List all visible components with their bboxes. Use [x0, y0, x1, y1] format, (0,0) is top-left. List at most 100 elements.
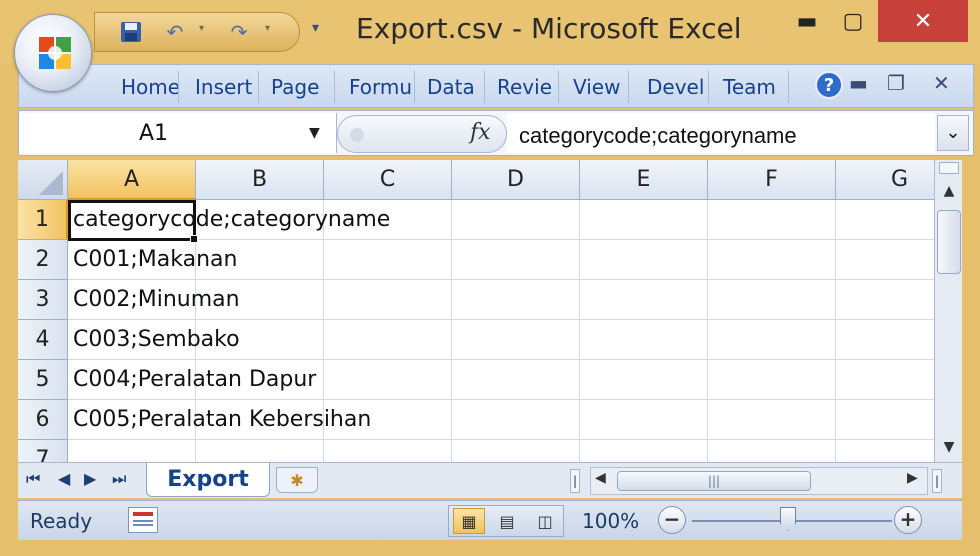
horizontal-split-handle[interactable]: | — [932, 469, 942, 493]
scroll-left-arrow-icon[interactable]: ◀ — [595, 470, 606, 486]
customize-qat-icon[interactable]: ▾ — [312, 20, 319, 36]
grid-cell[interactable] — [836, 200, 934, 240]
column-header-d[interactable]: D — [452, 160, 580, 200]
grid-cell[interactable] — [836, 360, 934, 400]
cell-a2[interactable]: C001;Makanan — [68, 240, 237, 280]
select-all-button[interactable] — [18, 160, 68, 200]
grid-cell[interactable] — [324, 320, 452, 360]
column-header-b[interactable]: B — [196, 160, 324, 200]
column-header-e[interactable]: E — [580, 160, 708, 200]
grid-cell[interactable] — [836, 320, 934, 360]
scroll-up-arrow-icon[interactable]: ▲ — [935, 178, 963, 204]
zoom-level[interactable]: 100% — [582, 509, 639, 533]
grid-cell[interactable] — [708, 280, 836, 320]
tab-team[interactable]: Team — [717, 71, 789, 103]
page-break-view-icon[interactable]: ◫ — [529, 508, 561, 534]
row-header-4[interactable]: 4 — [18, 320, 68, 360]
vertical-scroll-thumb[interactable] — [937, 210, 961, 274]
grid-cell[interactable] — [836, 280, 934, 320]
macro-record-icon[interactable] — [128, 507, 158, 533]
redo-dropdown-icon[interactable]: ▾ — [265, 23, 270, 34]
cell-a5[interactable]: C004;Peralatan Dapur — [68, 360, 316, 400]
grid-cell[interactable] — [452, 240, 580, 280]
grid-cell[interactable] — [708, 200, 836, 240]
expand-formula-bar-icon[interactable]: ⌄ — [937, 115, 969, 151]
column-header-g[interactable]: G — [836, 160, 934, 200]
grid-cell[interactable] — [836, 440, 934, 462]
maximize-button[interactable]: ▢ — [830, 0, 876, 42]
grid-cell[interactable] — [580, 280, 708, 320]
ribbon-restore-icon[interactable]: ❐ — [887, 71, 905, 95]
grid-cell[interactable] — [836, 240, 934, 280]
next-sheet-icon[interactable]: ▶ — [84, 469, 96, 488]
tab-split-handle[interactable]: | — [570, 469, 580, 493]
undo-icon[interactable]: ↶ — [161, 19, 189, 45]
close-button[interactable]: ✕ — [878, 0, 968, 42]
grid-cell[interactable] — [580, 400, 708, 440]
grid-cell[interactable] — [452, 200, 580, 240]
grid-cell[interactable] — [452, 440, 580, 462]
ribbon-close-icon[interactable]: ✕ — [933, 71, 950, 95]
zoom-in-button[interactable]: + — [894, 506, 922, 534]
sheet-tab-export[interactable]: Export — [146, 463, 270, 497]
tab-insert[interactable]: Insert — [189, 71, 259, 103]
minimize-button[interactable]: ▬ — [784, 0, 830, 42]
grid-cell[interactable] — [708, 360, 836, 400]
last-sheet-icon[interactable]: ⏭ — [112, 469, 126, 489]
cell-a7[interactable] — [68, 440, 73, 462]
vertical-scrollbar[interactable]: ▲ ▼ — [934, 160, 962, 462]
row-header-2[interactable]: 2 — [18, 240, 68, 280]
column-header-f[interactable]: F — [708, 160, 836, 200]
horizontal-scrollbar[interactable]: ◀ ||| ▶ — [590, 467, 928, 495]
grid-cell[interactable] — [580, 200, 708, 240]
office-button[interactable] — [14, 14, 92, 92]
zoom-slider-thumb[interactable] — [780, 507, 796, 531]
row-header-7[interactable]: 7 — [18, 440, 68, 462]
help-icon[interactable]: ? — [815, 71, 843, 99]
grid-cell[interactable] — [708, 240, 836, 280]
formula-input[interactable] — [507, 113, 935, 153]
scroll-right-arrow-icon[interactable]: ▶ — [907, 470, 918, 486]
name-box-dropdown-icon[interactable]: ▼ — [309, 125, 320, 141]
column-header-c[interactable]: C — [324, 160, 452, 200]
grid-cell[interactable] — [324, 280, 452, 320]
cell-a4[interactable]: C003;Sembako — [68, 320, 240, 360]
grid-cell[interactable] — [196, 440, 324, 462]
tab-developer[interactable]: Devel — [641, 71, 709, 103]
cell-a6[interactable]: C005;Peralatan Kebersihan — [68, 400, 371, 440]
row-header-5[interactable]: 5 — [18, 360, 68, 400]
grid-cell[interactable] — [452, 280, 580, 320]
grid-cell[interactable] — [324, 440, 452, 462]
insert-sheet-icon[interactable]: ✱ — [276, 467, 318, 493]
grid-cell[interactable] — [580, 320, 708, 360]
tab-data[interactable]: Data — [421, 71, 485, 103]
grid-cell[interactable] — [452, 400, 580, 440]
insert-function-icon[interactable]: fx — [470, 120, 491, 145]
undo-dropdown-icon[interactable]: ▾ — [199, 23, 204, 34]
row-header-1[interactable]: 1 — [18, 200, 68, 240]
grid-cell[interactable] — [68, 440, 196, 462]
first-sheet-icon[interactable]: ⏮ — [26, 469, 40, 489]
grid-cell[interactable] — [580, 440, 708, 462]
ribbon-minimize-icon[interactable]: ▬ — [849, 71, 868, 95]
grid-cell[interactable] — [324, 360, 452, 400]
cell-a3[interactable]: C002;Minuman — [68, 280, 240, 320]
horizontal-scroll-thumb[interactable]: ||| — [617, 471, 811, 491]
prev-sheet-icon[interactable]: ◀ — [58, 469, 70, 488]
grid-cell[interactable] — [452, 360, 580, 400]
grid-cell[interactable] — [452, 320, 580, 360]
tab-formulas[interactable]: Formu — [343, 71, 415, 103]
fill-handle[interactable] — [190, 235, 198, 243]
grid-cell[interactable] — [580, 240, 708, 280]
grid-cell[interactable] — [324, 240, 452, 280]
row-header-6[interactable]: 6 — [18, 400, 68, 440]
grid-cell[interactable] — [836, 400, 934, 440]
tab-review[interactable]: Revie — [491, 71, 559, 103]
grid-cell[interactable] — [708, 320, 836, 360]
grid-cell[interactable] — [708, 400, 836, 440]
row-header-3[interactable]: 3 — [18, 280, 68, 320]
scroll-down-arrow-icon[interactable]: ▼ — [935, 434, 963, 460]
name-box[interactable]: A1 ▼ — [19, 113, 337, 153]
normal-view-icon[interactable]: ▦ — [453, 508, 485, 534]
vertical-split-handle[interactable] — [939, 162, 959, 174]
